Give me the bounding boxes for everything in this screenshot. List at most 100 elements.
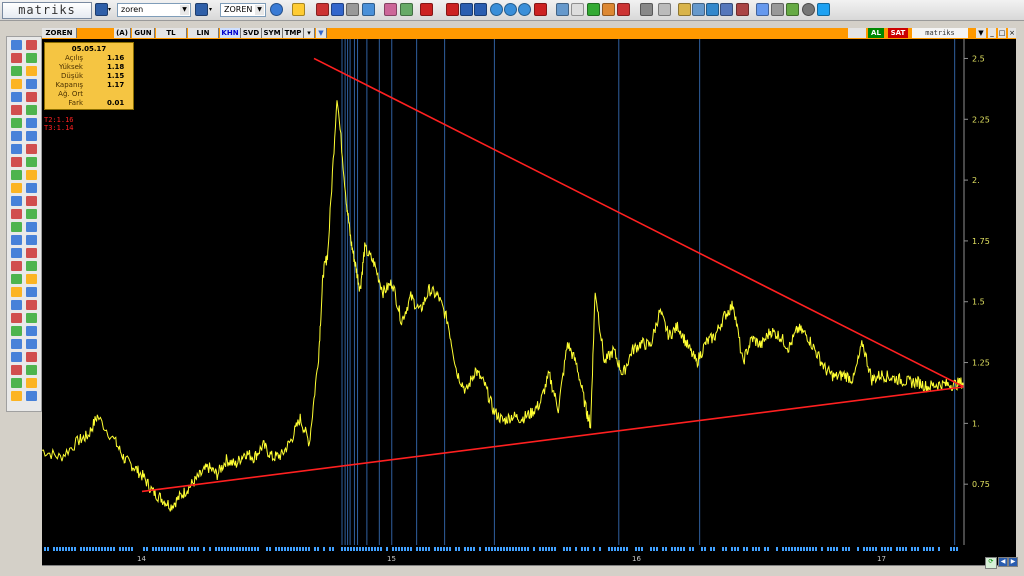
lower-trendline[interactable] xyxy=(141,386,965,493)
drawing-tool-icon[interactable] xyxy=(11,40,22,50)
drawing-tool-icon[interactable] xyxy=(26,313,37,323)
drawing-tool-icon[interactable] xyxy=(26,235,37,245)
text-a-icon[interactable] xyxy=(446,3,459,16)
price-chart[interactable]: 2.5 2.25 2. 1.75 1.5 1.25 1. 0.75 xyxy=(41,39,1016,545)
drawing-tool-icon[interactable] xyxy=(26,144,37,154)
drawing-tool-icon[interactable] xyxy=(26,157,37,167)
refresh-icon[interactable] xyxy=(706,3,719,16)
drawing-tool-icon[interactable] xyxy=(11,222,22,232)
chevron-down-icon[interactable]: ▼ xyxy=(180,5,189,15)
line-chart-icon[interactable] xyxy=(316,3,329,16)
drawing-tool-icon[interactable] xyxy=(26,300,37,310)
drawing-tool-icon[interactable] xyxy=(11,92,22,102)
dropdown-arrow-icon[interactable]: ▾ xyxy=(108,3,115,16)
magnifier-icon[interactable] xyxy=(802,3,815,16)
drawing-tool-icon[interactable] xyxy=(11,313,22,323)
drawing-tool-icon[interactable] xyxy=(11,183,22,193)
drawing-tool-icon[interactable] xyxy=(11,157,22,167)
time-strip[interactable]: 14 15 16 17 xyxy=(42,545,1016,565)
globe2-icon[interactable] xyxy=(504,3,517,16)
drawing-tool-icon[interactable] xyxy=(26,248,37,258)
window-icon[interactable] xyxy=(720,3,733,16)
text-size-icon[interactable] xyxy=(460,3,473,16)
ruler-icon[interactable] xyxy=(346,3,359,16)
drawing-tool-icon[interactable] xyxy=(26,352,37,362)
al-button[interactable]: AL xyxy=(868,28,884,38)
print-icon[interactable] xyxy=(771,3,784,16)
horizontal-scrollbar[interactable] xyxy=(42,565,1016,575)
drawing-tool-icon[interactable] xyxy=(26,105,37,115)
drawing-tool-icon[interactable] xyxy=(11,118,22,128)
drawing-tool-icon[interactable] xyxy=(11,365,22,375)
drawing-tool-icon[interactable] xyxy=(26,131,37,141)
drawing-tool-icon[interactable] xyxy=(26,53,37,63)
symbol-search-input[interactable]: zoren ▼ xyxy=(117,3,191,17)
drawing-tool-icon[interactable] xyxy=(26,209,37,219)
drawing-tool-icon[interactable] xyxy=(11,378,22,388)
save-icon[interactable] xyxy=(95,3,108,16)
drawing-tool-icon[interactable] xyxy=(11,274,22,284)
search-icon[interactable] xyxy=(270,3,283,16)
scroll-left-icon[interactable]: ◀ xyxy=(998,557,1008,567)
chevron-down-icon[interactable]: ▼ xyxy=(976,28,986,38)
drawing-tool-icon[interactable] xyxy=(11,248,22,258)
drawing-tool-icon[interactable] xyxy=(26,326,37,336)
frame-icon[interactable] xyxy=(617,3,630,16)
drawing-tool-icon[interactable] xyxy=(26,40,37,50)
layers-icon[interactable] xyxy=(384,3,397,16)
scroll-right-icon[interactable]: ▶ xyxy=(1008,557,1018,567)
drawing-tool-icon[interactable] xyxy=(11,261,22,271)
drawing-tool-icon[interactable] xyxy=(11,53,22,63)
bold-icon[interactable] xyxy=(420,3,433,16)
chart-canvas[interactable]: 2.5 2.25 2. 1.75 1.5 1.25 1. 0.75 xyxy=(41,39,1016,545)
maximize-icon[interactable]: □ xyxy=(998,28,1006,38)
chevron-down-icon[interactable]: ▼ xyxy=(255,5,264,15)
tab-currency[interactable]: TL xyxy=(156,28,187,38)
drawing-tool-icon[interactable] xyxy=(11,235,22,245)
tab-svd[interactable]: SVD xyxy=(241,28,262,38)
clock-icon[interactable] xyxy=(362,3,375,16)
globe-icon[interactable] xyxy=(490,3,503,16)
close-icon[interactable]: × xyxy=(1008,28,1016,38)
drawing-tool-icon[interactable] xyxy=(26,66,37,76)
news-icon[interactable] xyxy=(678,3,691,16)
drawing-tool-icon[interactable] xyxy=(26,378,37,388)
dropdown-arrow-icon[interactable]: ▾ xyxy=(209,3,216,16)
drawing-tool-icon[interactable] xyxy=(26,79,37,89)
drawing-tool-icon[interactable] xyxy=(11,66,22,76)
drawing-tool-icon[interactable] xyxy=(26,196,37,206)
underline-icon[interactable] xyxy=(474,3,487,16)
pencil-icon[interactable] xyxy=(400,3,413,16)
sat-button[interactable]: SAT xyxy=(888,28,908,38)
grid-icon[interactable] xyxy=(640,3,653,16)
drawing-tool-icon[interactable] xyxy=(11,196,22,206)
home-icon[interactable] xyxy=(756,3,769,16)
tab-scale[interactable]: LIN xyxy=(188,28,219,38)
upper-trendline[interactable] xyxy=(313,57,965,388)
formula-icon[interactable] xyxy=(571,3,584,16)
drawing-tool-icon[interactable] xyxy=(11,339,22,349)
drawing-tool-icon[interactable] xyxy=(11,131,22,141)
sell-button[interactable] xyxy=(848,28,866,38)
tab-menu[interactable]: ▼ xyxy=(316,28,327,38)
drawing-tool-icon[interactable] xyxy=(11,352,22,362)
drawing-tool-icon[interactable] xyxy=(11,105,22,115)
tab-period[interactable]: GUN xyxy=(132,28,155,38)
tab-adjust[interactable]: (A) xyxy=(114,28,131,38)
twitter-icon[interactable] xyxy=(817,3,830,16)
m-icon[interactable] xyxy=(534,3,547,16)
tab-tmp[interactable]: TMP xyxy=(283,28,304,38)
tree-icon[interactable] xyxy=(587,3,600,16)
drawing-tool-icon[interactable] xyxy=(26,222,37,232)
drawing-tool-icon[interactable] xyxy=(26,261,37,271)
cursor-icon[interactable] xyxy=(292,3,305,16)
mail-icon[interactable] xyxy=(692,3,705,16)
drawing-tool-icon[interactable] xyxy=(26,170,37,180)
minimize-icon[interactable]: _ xyxy=(988,28,996,38)
drawing-tool-icon[interactable] xyxy=(26,118,37,128)
tab-symbol[interactable]: ZOREN xyxy=(42,28,77,38)
drawing-tool-icon[interactable] xyxy=(26,391,37,401)
tab-sym[interactable]: SYM xyxy=(262,28,283,38)
drawing-tool-icon[interactable] xyxy=(26,365,37,375)
refresh-chart-icon[interactable]: ⟳ xyxy=(985,557,997,569)
